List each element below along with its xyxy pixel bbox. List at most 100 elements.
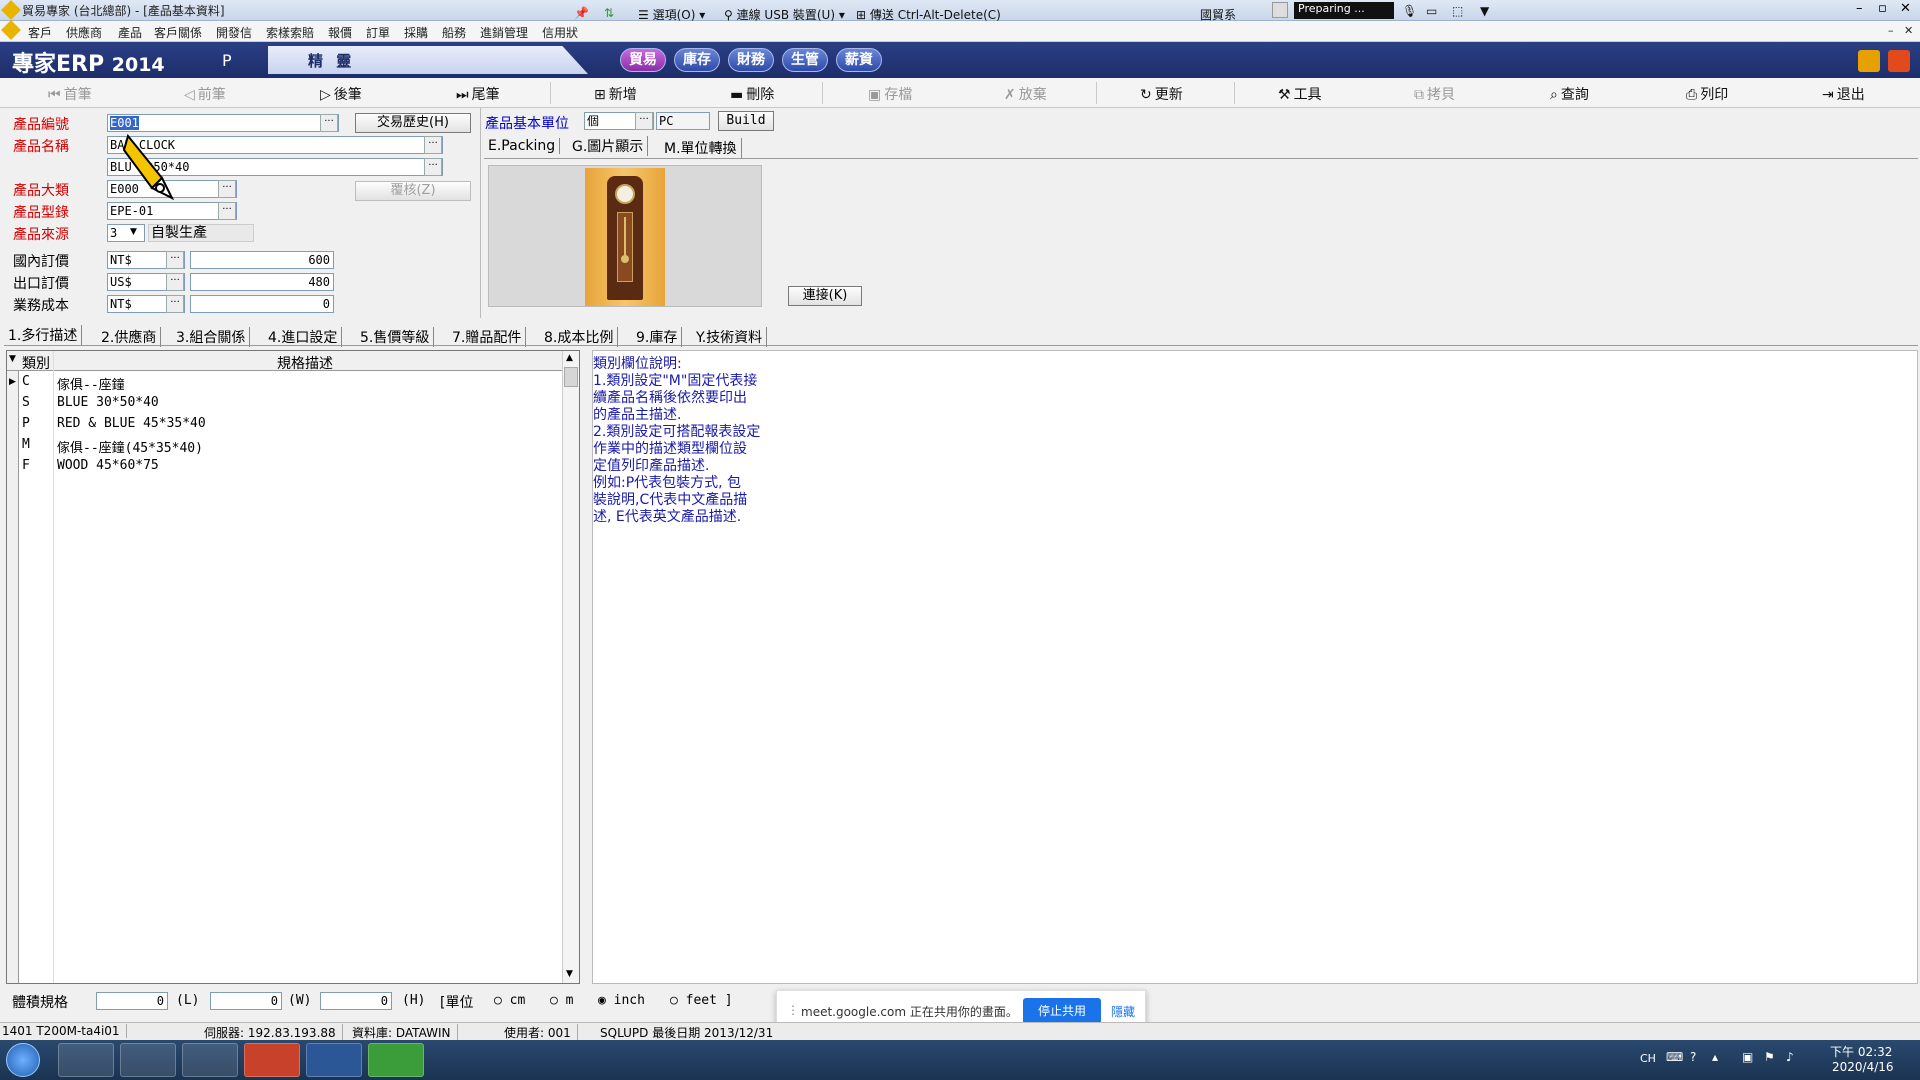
- menu-sales-mgmt[interactable]: 進銷管理: [480, 24, 528, 41]
- mdi-close-icon[interactable]: ✕: [1904, 24, 1913, 37]
- explorer-icon[interactable]: [58, 1043, 114, 1077]
- module-payroll-button[interactable]: 薪資: [836, 48, 882, 72]
- length-input[interactable]: 0: [96, 992, 168, 1010]
- menu-shipping[interactable]: 船務: [442, 24, 466, 41]
- minimize-icon[interactable]: –: [1856, 1, 1863, 16]
- tray-chevron-icon[interactable]: ▴: [1712, 1050, 1718, 1064]
- tab-price-level[interactable]: 5.售價等級: [360, 327, 435, 347]
- build-button[interactable]: Build: [718, 111, 774, 131]
- cost-currency-lookup[interactable]: ···: [166, 295, 184, 313]
- scroll-thumb[interactable]: [564, 367, 578, 387]
- module-finance-button[interactable]: 財務: [728, 48, 774, 72]
- drag-handle-icon[interactable]: ⋮: [787, 1003, 799, 1017]
- menu-product[interactable]: 產品: [118, 24, 142, 41]
- menu-sample[interactable]: 索樣索賠: [266, 24, 314, 41]
- link-button[interactable]: 連接(K): [788, 286, 862, 306]
- tab-bundle[interactable]: 3.組合關係: [176, 327, 251, 347]
- exit-button[interactable]: ⇥ 退出: [1822, 84, 1865, 104]
- menu-purchase[interactable]: 採購: [404, 24, 428, 41]
- chevron-down-icon[interactable]: ▼: [130, 227, 137, 237]
- mic-icon[interactable]: 🎙: [1402, 4, 1417, 18]
- domestic-price-input[interactable]: 600: [190, 251, 334, 269]
- module-trade-button[interactable]: 貿易: [620, 48, 666, 72]
- camera-icon[interactable]: ▭: [1426, 4, 1437, 18]
- chevron-down-icon[interactable]: ▼: [1480, 4, 1489, 18]
- tab-supplier[interactable]: 2.供應商: [101, 327, 162, 347]
- table-row[interactable]: ▶ C 傢俱--座鐘: [7, 372, 563, 393]
- unit-radio-feet[interactable]: ○ feet ]: [670, 993, 733, 1008]
- start-icon[interactable]: [6, 1043, 40, 1077]
- unit-radio-inch[interactable]: ◉ inch: [598, 993, 645, 1008]
- table-row[interactable]: F WOOD 45*60*75: [7, 456, 563, 477]
- product-no-input[interactable]: E001: [107, 114, 339, 132]
- maximize-icon[interactable]: ▫: [1878, 1, 1887, 16]
- module-production-button[interactable]: 生管: [782, 48, 828, 72]
- scroll-down-icon[interactable]: ▼: [566, 969, 573, 979]
- height-input[interactable]: 0: [320, 992, 392, 1010]
- unit-radio-cm[interactable]: ○ cm: [494, 993, 525, 1008]
- print-button[interactable]: ⎙ 列印: [1686, 84, 1728, 104]
- source-select[interactable]: 3: [107, 224, 145, 242]
- tab-cost-ratio[interactable]: 8.成本比例: [544, 327, 619, 347]
- save-button[interactable]: ▣ 存檔: [868, 84, 912, 104]
- keyboard-icon[interactable]: ⌨: [1666, 1050, 1683, 1064]
- tools-button[interactable]: ⚒ 工具: [1278, 84, 1322, 104]
- table-row[interactable]: S BLUE 30*50*40: [7, 393, 563, 414]
- update-button[interactable]: ↻ 更新: [1140, 84, 1183, 104]
- query-button[interactable]: ⌕ 查詢: [1550, 84, 1589, 104]
- checkbox-icon[interactable]: [1272, 2, 1288, 18]
- wizard-tab[interactable]: 精 靈: [268, 46, 588, 74]
- menu-crm[interactable]: 客戶關係: [154, 24, 202, 41]
- power-icon[interactable]: [1888, 50, 1910, 72]
- add-button[interactable]: ⊞ 新增: [594, 84, 637, 104]
- scroll-up-icon[interactable]: ▲: [566, 353, 573, 363]
- flag-icon[interactable]: ⚑: [1764, 1050, 1775, 1064]
- column-spec[interactable]: 規格描述: [277, 353, 333, 373]
- key-icon[interactable]: [1858, 50, 1880, 72]
- width-input[interactable]: 0: [210, 992, 282, 1010]
- next-record-button[interactable]: ▷ 後筆: [320, 84, 362, 104]
- menu-customer[interactable]: 客戶: [28, 24, 52, 41]
- unit-radio-m[interactable]: ○ m: [550, 993, 573, 1008]
- last-record-button[interactable]: ⏭ 尾筆: [456, 84, 500, 104]
- chrome-icon[interactable]: [182, 1043, 238, 1077]
- network-icon[interactable]: ▣: [1742, 1050, 1753, 1064]
- discard-button[interactable]: ✗ 放棄: [1004, 84, 1047, 104]
- tab-tech-data[interactable]: Y.技術資料: [696, 327, 768, 347]
- ime-lang[interactable]: CH: [1640, 1052, 1656, 1065]
- cost-input[interactable]: 0: [190, 295, 334, 313]
- history-button[interactable]: 交易歷史(H): [355, 113, 471, 133]
- first-record-button[interactable]: ⏮ 首筆: [48, 84, 92, 104]
- tab-import[interactable]: 4.進口設定: [268, 327, 343, 347]
- category-lookup-button[interactable]: ···: [218, 180, 236, 198]
- mdi-min-icon[interactable]: –: [1888, 24, 1894, 37]
- delete-button[interactable]: ▬ 刪除: [730, 84, 774, 104]
- stop-share-button[interactable]: 停止共用: [1023, 998, 1101, 1024]
- powerpoint-icon[interactable]: [244, 1043, 300, 1077]
- close-icon[interactable]: ✕: [1900, 1, 1911, 16]
- subtab-image[interactable]: G.圖片顯示: [572, 136, 649, 156]
- product-no-lookup-button[interactable]: ···: [320, 114, 338, 132]
- screen-icon[interactable]: ⬚: [1452, 4, 1463, 18]
- tab-multiline-desc[interactable]: 1.多行描述: [8, 325, 83, 345]
- help-icon[interactable]: ?: [1690, 1050, 1696, 1064]
- menu-lc[interactable]: 信用狀: [542, 24, 578, 41]
- clock-time[interactable]: 下午 02:32: [1830, 1043, 1892, 1060]
- column-category[interactable]: 類別: [22, 353, 50, 373]
- ie-icon[interactable]: [120, 1043, 176, 1077]
- review-button[interactable]: 覆核(Z): [355, 181, 471, 201]
- subtab-unit-convert[interactable]: M.單位轉換: [664, 138, 742, 158]
- clock-date[interactable]: 2020/4/16: [1832, 1060, 1894, 1074]
- tab-inventory[interactable]: 9.庫存: [636, 327, 683, 347]
- menu-dev-letter[interactable]: 開發信: [216, 24, 252, 41]
- module-inventory-button[interactable]: 庫存: [674, 48, 720, 72]
- prev-record-button[interactable]: ◁ 前筆: [184, 84, 226, 104]
- name-lookup-button-2[interactable]: ···: [424, 158, 442, 176]
- pin-icon[interactable]: 📌: [574, 6, 589, 20]
- table-row[interactable]: P RED & BLUE 45*35*40: [7, 414, 563, 435]
- table-row[interactable]: M 傢俱--座鐘(45*35*40): [7, 435, 563, 456]
- erp-app-icon[interactable]: [368, 1043, 424, 1077]
- tab-gift-parts[interactable]: 7.贈品配件: [452, 327, 527, 347]
- name-lookup-button-1[interactable]: ···: [424, 136, 442, 154]
- copy-button[interactable]: ⧉ 拷貝: [1414, 84, 1455, 104]
